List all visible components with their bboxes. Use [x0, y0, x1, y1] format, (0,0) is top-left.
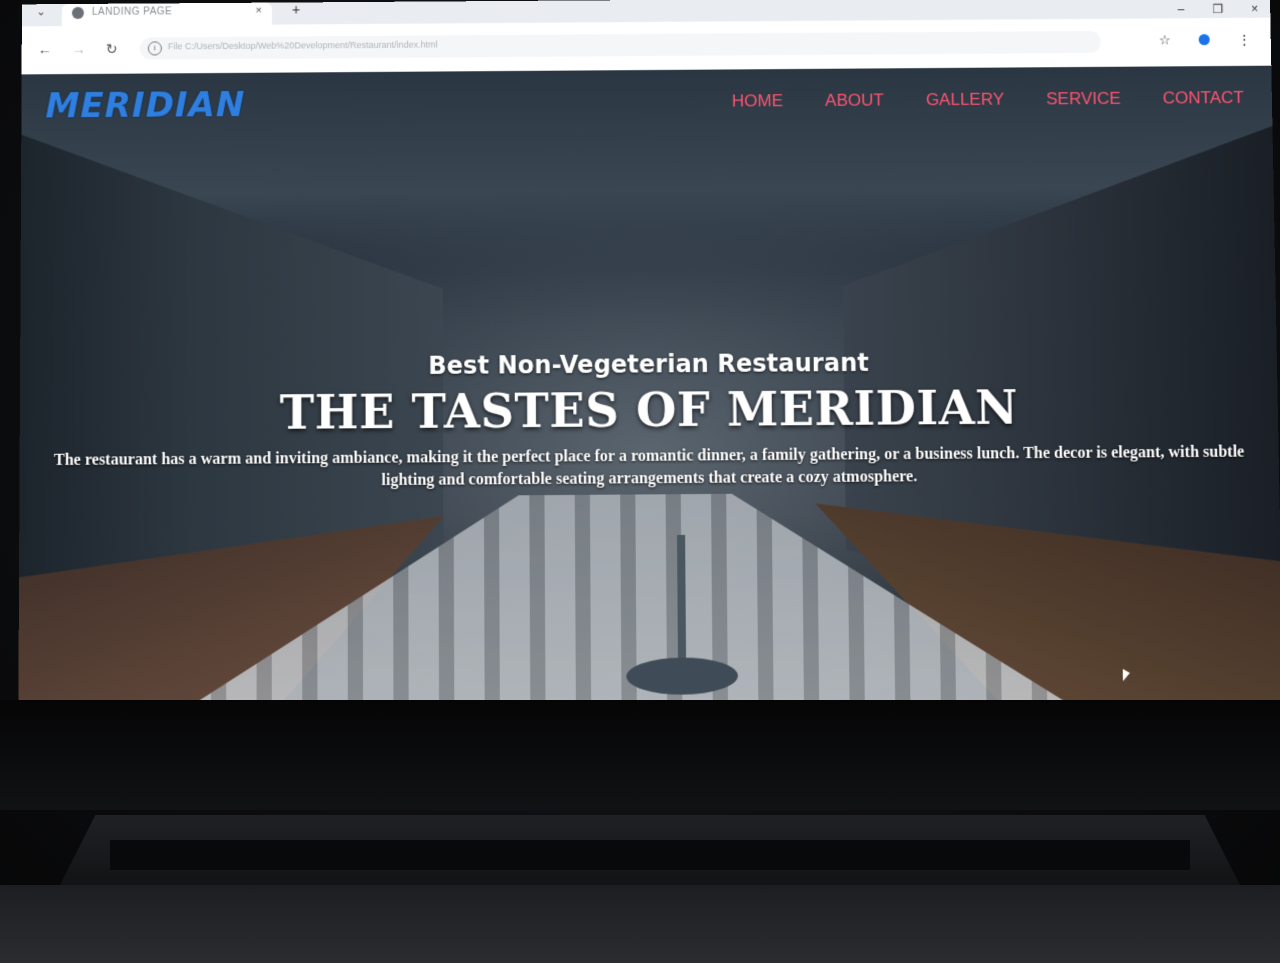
laptop-deck — [0, 885, 1280, 963]
profile-icon[interactable] — [1198, 34, 1210, 46]
hero-description: The restaurant has a warm and inviting a… — [53, 443, 1245, 490]
landing-page: MERIDIAN HOME ABOUT GALLERY SERVICE CONT… — [18, 65, 1280, 714]
tab-search-chevron-icon[interactable]: ⌄ — [32, 4, 50, 22]
new-tab-button[interactable]: + — [292, 1, 300, 17]
menu-kebab-icon[interactable]: ⋮ — [1238, 32, 1251, 48]
nav-gallery[interactable]: GALLERY — [926, 90, 1005, 111]
nav-home[interactable]: HOME — [732, 91, 783, 111]
tab-title: LANDING PAGE — [91, 6, 173, 18]
nav-contact[interactable]: CONTACT — [1163, 88, 1244, 109]
minimize-button[interactable]: – — [1178, 2, 1185, 16]
back-arrow-icon[interactable]: ← — [38, 41, 52, 57]
nav-service[interactable]: SERVICE — [1046, 89, 1121, 110]
hero-background-table — [625, 534, 739, 700]
nav-about[interactable]: ABOUT — [825, 90, 884, 110]
table-base — [626, 657, 739, 695]
address-bar[interactable]: i File C:/Users/Desktop/Web%20Developmen… — [139, 30, 1101, 60]
window-controls: – ❐ × — [1178, 2, 1259, 17]
toolbar-icons: ☆ ⋮ — [1159, 32, 1251, 49]
reload-icon[interactable]: ↻ — [106, 41, 118, 58]
laptop-screen: ⌄ LANDING PAGE × + – ❐ × ← → ↻ i File C:… — [18, 0, 1280, 714]
bookmark-star-icon[interactable]: ☆ — [1159, 32, 1171, 48]
hero-section: Best Non-Vegeterian Restaurant THE TASTE… — [19, 346, 1279, 495]
url-text: File C:/Users/Desktop/Web%20Development/… — [167, 39, 438, 52]
main-nav: HOME ABOUT GALLERY SERVICE CONTACT — [732, 88, 1244, 112]
window-close-button[interactable]: × — [1251, 2, 1258, 16]
laptop-frame: ⌄ LANDING PAGE × + – ❐ × ← → ↻ i File C:… — [0, 0, 1280, 963]
info-icon[interactable]: i — [147, 41, 162, 56]
hinge-gap — [110, 840, 1190, 870]
mouse-cursor-icon — [1122, 668, 1131, 682]
globe-icon — [71, 6, 84, 20]
screen-bezel — [0, 700, 1280, 810]
browser-tab[interactable]: LANDING PAGE × — [61, 2, 272, 27]
forward-arrow-icon[interactable]: → — [72, 41, 86, 57]
close-tab-icon[interactable]: × — [256, 5, 262, 17]
restore-button[interactable]: ❐ — [1212, 2, 1223, 16]
hero-title: THE TASTES OF MERIDIAN — [279, 379, 1019, 441]
site-logo[interactable]: MERIDIAN — [45, 85, 245, 127]
